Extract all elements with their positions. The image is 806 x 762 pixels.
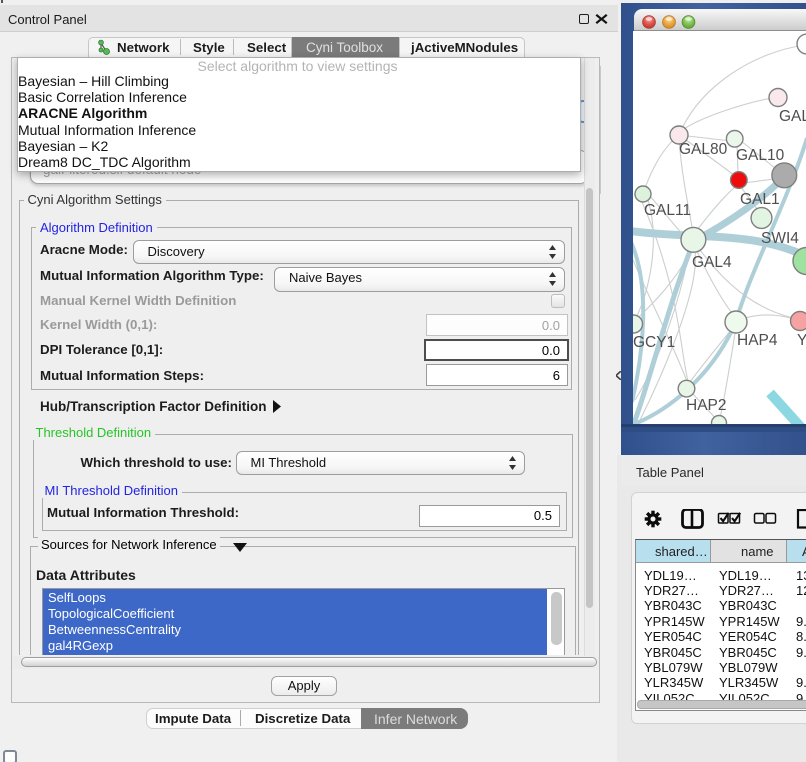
svg-text:GCY1: GCY1 <box>633 334 675 351</box>
svg-text:GAL4: GAL4 <box>692 254 732 271</box>
svg-text:HAP2: HAP2 <box>686 397 727 414</box>
svg-text:YC: YC <box>797 332 806 349</box>
svg-text:GAL10: GAL10 <box>736 147 785 164</box>
svg-text:GAL1: GAL1 <box>740 191 780 208</box>
svg-text:GAL80: GAL80 <box>679 141 728 158</box>
svg-text:GAL7: GAL7 <box>779 108 806 125</box>
svg-text:HAP4: HAP4 <box>737 332 778 349</box>
svg-text:GAL11: GAL11 <box>644 202 691 219</box>
svg-text:SWI4: SWI4 <box>761 230 799 247</box>
